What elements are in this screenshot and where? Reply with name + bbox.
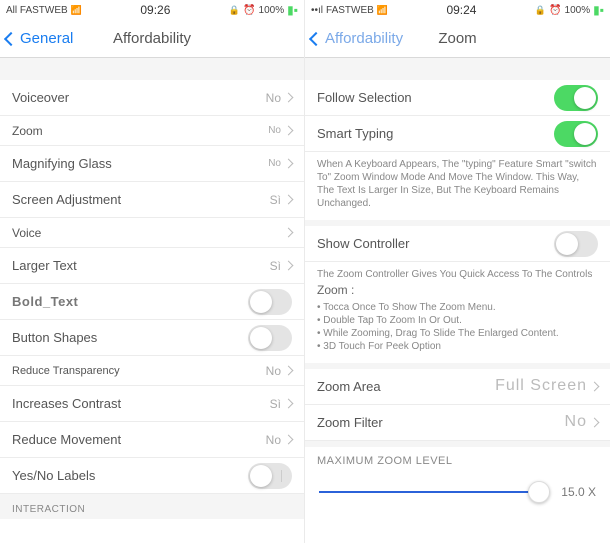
row-zoom-area[interactable]: Zoom Area Full Screen [305, 369, 610, 405]
row-larger-text[interactable]: Larger Text Sì [0, 248, 304, 284]
clock: 09:26 [140, 3, 170, 17]
back-label: Affordability [325, 30, 403, 47]
row-label: Follow Selection [317, 90, 412, 105]
row-label: Voice [12, 226, 41, 240]
row-reduce-movement[interactable]: Reduce Movement No [0, 422, 304, 458]
bold-text-toggle[interactable] [248, 289, 292, 315]
row-label: Larger Text [12, 258, 77, 273]
max-zoom-value: 15.0 X [556, 485, 596, 499]
row-magnifier[interactable]: Magnifying Glass No [0, 146, 304, 182]
row-label: Magnifying Glass [12, 156, 112, 171]
row-label: Bold_Text [12, 294, 78, 309]
chevron-right-icon [284, 126, 294, 136]
max-zoom-slider[interactable] [319, 491, 550, 493]
lock-icon [535, 5, 546, 16]
row-label: Smart Typing [317, 126, 393, 141]
max-zoom-slider-row: 15.0 X [305, 471, 610, 507]
carrier: FASTWEB [326, 5, 374, 16]
back-button[interactable]: Affordability [311, 30, 403, 47]
row-label: Zoom Area [317, 379, 381, 394]
row-label: Screen Adjustment [12, 192, 121, 207]
row-yes-no-labels[interactable]: Yes/No Labels [0, 458, 304, 494]
row-follow-selection[interactable]: Follow Selection [305, 80, 610, 116]
chevron-right-icon [284, 195, 294, 205]
max-zoom-header: MAXIMUM ZOOM LEVEL [305, 447, 610, 471]
row-zoom[interactable]: Zoom No [0, 116, 304, 146]
chevron-left-icon [4, 31, 18, 45]
slider-thumb-icon[interactable] [528, 481, 550, 503]
chevron-right-icon [590, 417, 600, 427]
row-voiceover[interactable]: Voiceover No [0, 80, 304, 116]
row-label: Voiceover [12, 90, 69, 105]
row-button-shapes[interactable]: Button Shapes [0, 320, 304, 356]
nav-bar: General Affordability [0, 20, 304, 58]
clock: 09:24 [446, 3, 476, 17]
battery-icon: ▮▪ [287, 3, 298, 17]
row-label: Show Controller [317, 236, 410, 251]
button-shapes-toggle[interactable] [248, 325, 292, 351]
chevron-right-icon [284, 228, 294, 238]
row-label: Reduce Transparency [12, 365, 120, 377]
chevron-right-icon [284, 93, 294, 103]
battery-percent: 100% [565, 5, 591, 16]
smart-typing-toggle[interactable] [554, 121, 598, 147]
back-label: General [20, 30, 73, 47]
accessibility-screen: All FASTWEB 09:26 ⏰ 100% ▮▪ General Affo… [0, 0, 305, 543]
alarm-icon: ⏰ [549, 5, 561, 16]
controller-hint: The Zoom Controller Gives You Quick Acce… [305, 262, 610, 363]
follow-selection-toggle[interactable] [554, 85, 598, 111]
lock-icon [229, 5, 240, 16]
row-zoom-filter[interactable]: Zoom Filter No [305, 405, 610, 441]
chevron-right-icon [284, 261, 294, 271]
row-show-controller[interactable]: Show Controller [305, 226, 610, 262]
chevron-left-icon [309, 31, 323, 45]
row-screen-adjustment[interactable]: Screen Adjustment Sì [0, 182, 304, 218]
row-bold-text[interactable]: Bold_Text [0, 284, 304, 320]
show-controller-toggle[interactable] [554, 231, 598, 257]
battery-percent: 100% [259, 5, 285, 16]
row-label: Zoom Filter [317, 415, 383, 430]
battery-icon: ▮▪ [593, 3, 604, 17]
chevron-right-icon [284, 435, 294, 445]
status-bar: ••ıl FASTWEB 09:24 ⏰ 100% ▮▪ [305, 0, 610, 20]
zoom-screen: ••ıl FASTWEB 09:24 ⏰ 100% ▮▪ Affordabili… [305, 0, 610, 543]
row-label: Reduce Movement [12, 432, 121, 447]
wifi-icon [71, 5, 82, 16]
back-button[interactable]: General [6, 30, 73, 47]
chevron-right-icon [284, 159, 294, 169]
alarm-icon: ⏰ [243, 5, 255, 16]
chevron-right-icon [284, 399, 294, 409]
status-bar: All FASTWEB 09:26 ⏰ 100% ▮▪ [0, 0, 304, 20]
row-smart-typing[interactable]: Smart Typing [305, 116, 610, 152]
carrier: All FASTWEB [6, 5, 68, 16]
chevron-right-icon [284, 366, 294, 376]
chevron-right-icon [590, 381, 600, 391]
row-reduce-transparency[interactable]: Reduce Transparency No [0, 356, 304, 386]
interaction-header: INTERACTION [0, 494, 304, 519]
row-label: Yes/No Labels [12, 468, 95, 483]
row-label: Button Shapes [12, 330, 97, 345]
smart-typing-hint: When A Keyboard Appears, The "typing" Fe… [305, 152, 610, 220]
row-label: Increases Contrast [12, 396, 121, 411]
nav-bar: Affordability Zoom [305, 20, 610, 58]
wifi-icon [377, 5, 388, 16]
row-voice[interactable]: Voice [0, 218, 304, 248]
yes-no-labels-toggle[interactable] [248, 463, 292, 489]
row-increases-contrast[interactable]: Increases Contrast Sì [0, 386, 304, 422]
row-label: Zoom [12, 124, 43, 138]
